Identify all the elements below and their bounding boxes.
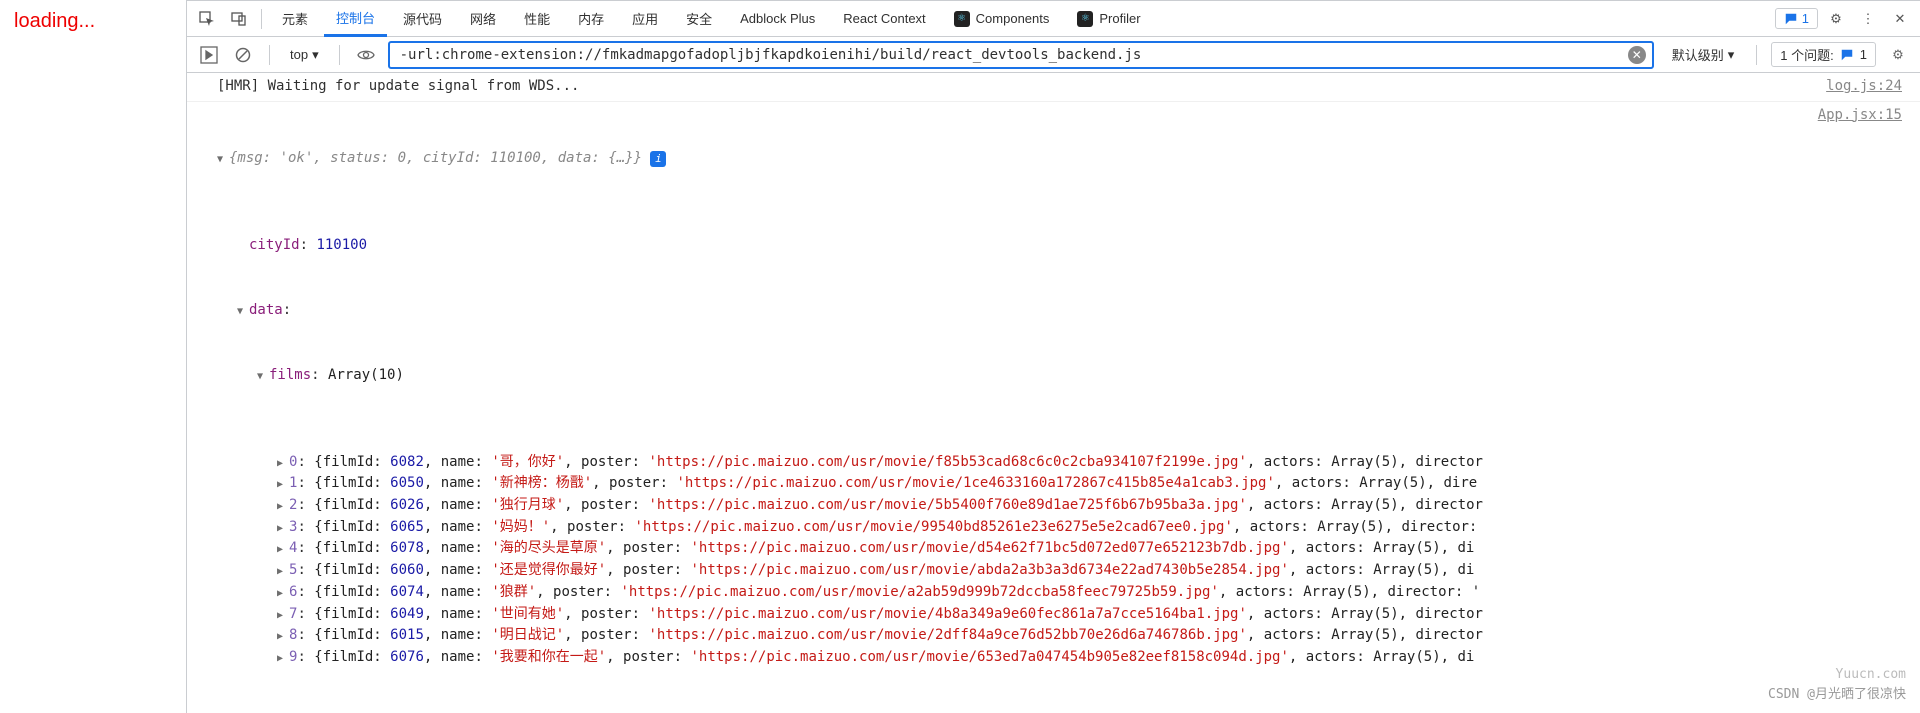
messages-badge[interactable]: 1 [1775,8,1818,29]
source-link[interactable]: App.jsx:15 [1818,105,1910,713]
source-link[interactable]: log.js:24 [1826,76,1910,98]
watermark: CSDN @月光晒了很凉快 [1768,685,1906,705]
log-row: [HMR] Waiting for update signal from WDS… [187,73,1920,102]
inspect-icon[interactable] [193,5,221,33]
console-toolbar: top ▾ ✕ 默认级别 ▾ 1 个问题: 1 ⚙ [187,37,1920,73]
film-row[interactable]: 6: {filmId: 6074, name: '狼群', poster: 'h… [217,582,1818,604]
loading-text: loading... [14,10,172,33]
tab-3[interactable]: 网络 [458,1,508,37]
tab-profiler[interactable]: ⚛Profiler [1065,1,1152,37]
prop-data[interactable]: data: [217,300,1818,322]
chevron-down-icon: ▾ [312,47,319,63]
film-row[interactable]: 2: {filmId: 6026, name: '独行月球', poster: … [217,495,1818,517]
divider [339,45,340,65]
film-row[interactable]: 9: {filmId: 6076, name: '我要和你在一起', poste… [217,647,1818,669]
devtools-panel: 元素控制台源代码网络性能内存应用安全Adblock PlusReact Cont… [186,0,1920,713]
console-output: [HMR] Waiting for update signal from WDS… [187,73,1920,713]
react-icon: ⚛ [1077,11,1093,27]
tab-9[interactable]: React Context [831,1,937,37]
prop-films[interactable]: films: Array(10) [217,365,1818,387]
log-message: [HMR] Waiting for update signal from WDS… [217,76,1826,98]
tab-0[interactable]: 元素 [270,1,320,37]
film-row[interactable]: 0: {filmId: 6082, name: '哥，你好', poster: … [217,452,1818,474]
tab-8[interactable]: Adblock Plus [728,1,827,37]
film-row[interactable]: 3: {filmId: 6065, name: '妈妈！', poster: '… [217,517,1818,539]
tab-1[interactable]: 控制台 [324,1,387,37]
context-selector[interactable]: top ▾ [284,47,325,63]
film-row[interactable]: 5: {filmId: 6060, name: '还是觉得你最好', poste… [217,560,1818,582]
settings-icon[interactable]: ⚙ [1822,5,1850,33]
chevron-down-icon: ▾ [1728,47,1735,63]
message-icon [1784,12,1798,26]
close-icon[interactable]: ✕ [1886,5,1914,33]
log-row: {msg: 'ok', status: 0, cityId: 110100, d… [187,102,1920,713]
filter-input-wrap: ✕ [388,41,1654,69]
divider [1756,45,1757,65]
film-row[interactable]: 4: {filmId: 6078, name: '海的尽头是草原', poste… [217,538,1818,560]
more-icon[interactable]: ⋮ [1854,5,1882,33]
page-content: loading... [0,0,186,713]
issues-button[interactable]: 1 个问题: 1 [1771,42,1876,67]
execute-icon[interactable] [197,43,221,67]
filter-input[interactable] [400,47,1628,63]
film-row[interactable]: 1: {filmId: 6050, name: '新神榜：杨戬', poster… [217,473,1818,495]
tab-2[interactable]: 源代码 [391,1,454,37]
clear-filter-icon[interactable]: ✕ [1628,46,1646,64]
tab-components[interactable]: ⚛Components [942,1,1062,37]
devtools-tabs: 元素控制台源代码网络性能内存应用安全Adblock PlusReact Cont… [187,1,1920,37]
react-icon: ⚛ [954,11,970,27]
film-row[interactable]: 7: {filmId: 6049, name: '世间有她', poster: … [217,604,1818,626]
prop-cityId[interactable]: cityId: 110100 [217,235,1818,257]
divider [261,9,262,29]
tab-5[interactable]: 内存 [566,1,616,37]
object-preview[interactable]: {msg: 'ok', status: 0, cityId: 110100, d… [217,148,1818,170]
clear-console-icon[interactable] [231,43,255,67]
tab-7[interactable]: 安全 [674,1,724,37]
film-row[interactable]: 8: {filmId: 6015, name: '明日战记', poster: … [217,625,1818,647]
tab-6[interactable]: 应用 [620,1,670,37]
message-icon [1840,48,1854,62]
watermark: Yuucn.com [1836,665,1906,685]
eye-icon[interactable] [354,43,378,67]
tab-4[interactable]: 性能 [512,1,562,37]
console-settings-icon[interactable]: ⚙ [1886,43,1910,67]
log-level-selector[interactable]: 默认级别 ▾ [1664,45,1743,64]
divider [269,45,270,65]
device-toggle-icon[interactable] [225,5,253,33]
info-icon[interactable]: i [650,151,666,167]
